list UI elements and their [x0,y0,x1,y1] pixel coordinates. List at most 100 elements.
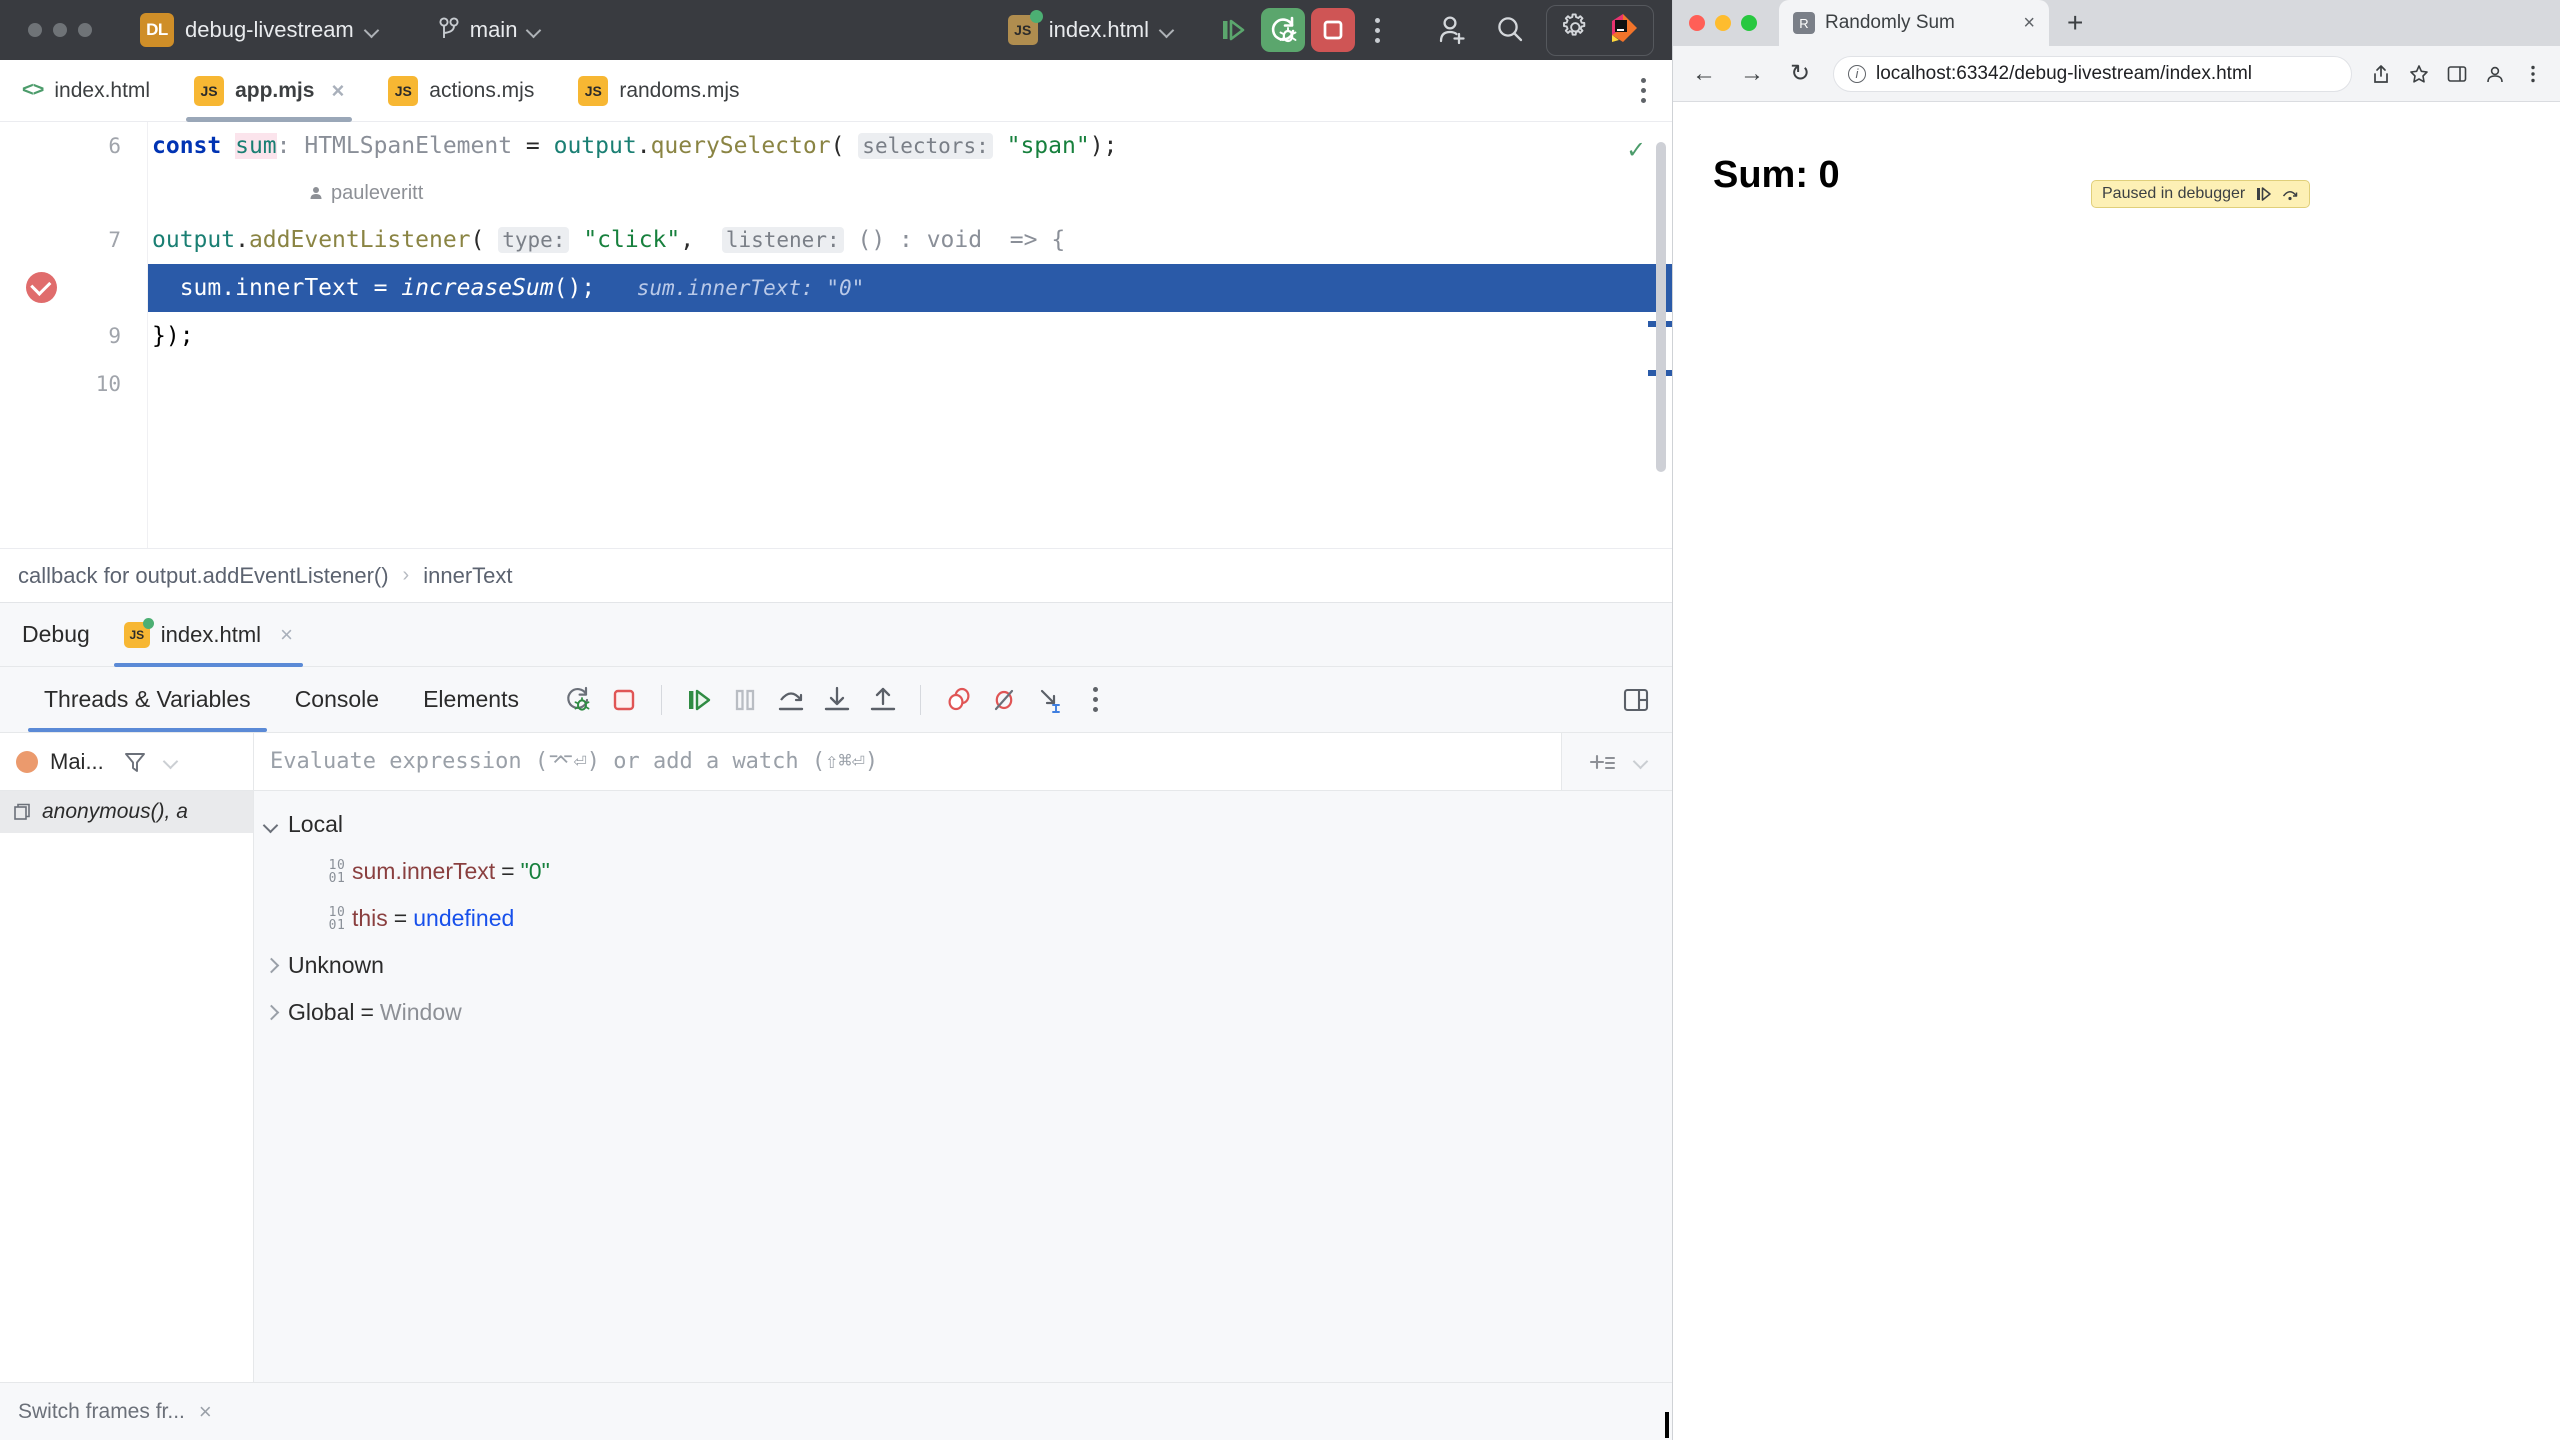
stop-button[interactable] [1311,8,1355,52]
add-user-icon [1439,16,1465,45]
close-icon[interactable]: × [280,622,293,648]
add-user-button[interactable] [1430,8,1474,52]
debug-more-button[interactable] [1073,677,1119,723]
line-number: 6 [108,134,121,158]
variable-row-sum-innertext[interactable]: 10 01 sum.innerText = "0" [254,848,1672,895]
status-dot-icon [1029,10,1043,23]
browser-minimize-dot[interactable] [1715,15,1731,31]
branch-selector[interactable]: main [428,12,551,48]
project-selector[interactable]: DL debug-livestream [130,8,388,52]
equals: = [512,133,554,159]
close-icon[interactable]: × [331,79,344,102]
editor-tab-randoms-mjs[interactable]: JS randoms.mjs [556,60,761,121]
frames-panel[interactable]: anonymous(), a [0,791,254,1382]
inspection-ok-icon[interactable]: ✓ [1628,134,1644,165]
expand-arrow[interactable] [254,1007,288,1019]
js-icon: JS [388,75,419,106]
view-breakpoints-icon [948,687,970,710]
reload-button[interactable]: ↻ [1785,59,1815,88]
menu-icon[interactable] [2522,63,2544,85]
debug-layout-settings[interactable] [1620,684,1672,716]
js-icon: JS [578,75,609,106]
evaluate-expression-input[interactable]: Evaluate expression (⌤⏎) or add a watch … [254,733,1562,790]
editor-scrollbar[interactable] [1656,122,1666,548]
step-into-button[interactable] [814,677,860,723]
variable-row-local[interactable]: Local [254,801,1672,848]
forward-button[interactable]: → [1737,60,1767,88]
close-icon[interactable]: × [199,1399,212,1425]
type-annotation: : HTMLSpanElement [276,133,513,159]
editor-tab-index-html[interactable]: <> index.html [0,60,172,121]
run-configuration-selector[interactable]: JS index.html [998,10,1183,50]
mute-breakpoints-button[interactable] [981,677,1027,723]
bookmark-icon[interactable] [2408,63,2430,85]
add-watch-icon[interactable] [1588,747,1618,777]
new-tab-button[interactable]: + [2049,9,2101,37]
browser-traffic-lights[interactable] [1689,15,1779,31]
code-editor[interactable]: 6 7 9 10 const sum: HTMLSpanElement = ou… [0,122,1672,548]
back-button[interactable]: ← [1689,60,1719,88]
browser-close-dot[interactable] [1689,15,1705,31]
search-button[interactable] [1488,8,1532,52]
stop-button[interactable] [601,677,647,723]
window-zoom-dot[interactable] [78,23,92,37]
profile-icon[interactable] [2484,63,2506,85]
step-over-icon [778,691,804,710]
share-icon[interactable] [2370,63,2392,85]
scrollbar-thumb[interactable] [1656,142,1666,472]
chevron-down-icon[interactable] [1634,755,1647,768]
step-over-icon[interactable] [2281,185,2299,203]
sidepanel-icon[interactable] [2446,63,2468,85]
resume-program-button[interactable] [676,677,722,723]
window-minimize-dot[interactable] [53,23,67,37]
pause-program-button[interactable] [722,677,768,723]
browser-titlebar: R Randomly Sum × + [1673,0,2560,46]
breadcrumb-item-innertext[interactable]: innerText [423,563,512,589]
settings-button[interactable] [1559,11,1593,50]
site-info-icon[interactable]: i [1848,64,1866,83]
step-over-button[interactable] [768,677,814,723]
resume-program-button[interactable] [1211,8,1255,52]
view-breakpoints-button[interactable] [935,677,981,723]
editor-gutter[interactable]: 6 7 9 10 [0,122,148,548]
editor-tabs-more-button[interactable] [1641,60,1672,121]
address-text: localhost:63342/debug-livestream/index.h… [1876,62,2252,84]
run-to-cursor-button[interactable] [1027,677,1073,723]
window-close-dot[interactable] [28,23,42,37]
breakpoint-icon[interactable] [26,272,57,303]
rerun-debug-button[interactable] [1261,8,1305,52]
toolbar-right-actions [1430,4,1660,56]
expand-arrow[interactable] [254,960,288,972]
dot [1375,37,1380,43]
step-out-button[interactable] [860,677,906,723]
tab-console[interactable]: Console [273,667,401,732]
code-area[interactable]: const sum: HTMLSpanElement = output.quer… [148,122,1672,548]
editor-tab-app-mjs[interactable]: JS app.mjs × [172,60,366,122]
chevron-down-icon[interactable] [164,755,177,768]
expand-arrow[interactable] [254,819,288,831]
editor-tab-actions-mjs[interactable]: JS actions.mjs [366,60,556,121]
assignment-text: sum.innerText = [179,275,402,301]
browser-zoom-dot[interactable] [1741,15,1757,31]
debug-session-tab[interactable]: JS index.html × [113,603,304,667]
tab-threads-and-variables[interactable]: Threads & Variables [22,667,273,732]
close-icon[interactable]: × [2023,12,2035,35]
jetbrains-ai-button[interactable] [1607,11,1641,50]
rerun-debug-button[interactable] [555,677,601,723]
dot [1093,707,1099,712]
variable-row-unknown[interactable]: Unknown [254,942,1672,989]
resume-icon[interactable] [2255,185,2273,203]
variables-panel[interactable]: Local 10 01 sum.innerText = "0" 10 01 this… [254,791,1672,1382]
variable-row-this[interactable]: 10 01 this = undefined [254,895,1672,942]
thread-selector[interactable]: Mai... [0,733,254,790]
breadcrumb[interactable]: callback for output.addEventListener() ›… [0,548,1672,602]
more-actions-button[interactable] [1361,17,1394,43]
breadcrumb-item-callback[interactable]: callback for output.addEventListener() [18,563,389,589]
frame-list-item[interactable]: anonymous(), a [0,791,253,833]
tab-elements[interactable]: Elements [401,667,541,732]
window-traffic-lights[interactable] [12,23,108,37]
filter-icon[interactable] [122,749,148,775]
browser-tab[interactable]: R Randomly Sum × [1779,0,2049,46]
address-bar[interactable]: i localhost:63342/debug-livestream/index… [1833,55,2352,92]
variable-row-global[interactable]: Global = Window [254,989,1672,1036]
